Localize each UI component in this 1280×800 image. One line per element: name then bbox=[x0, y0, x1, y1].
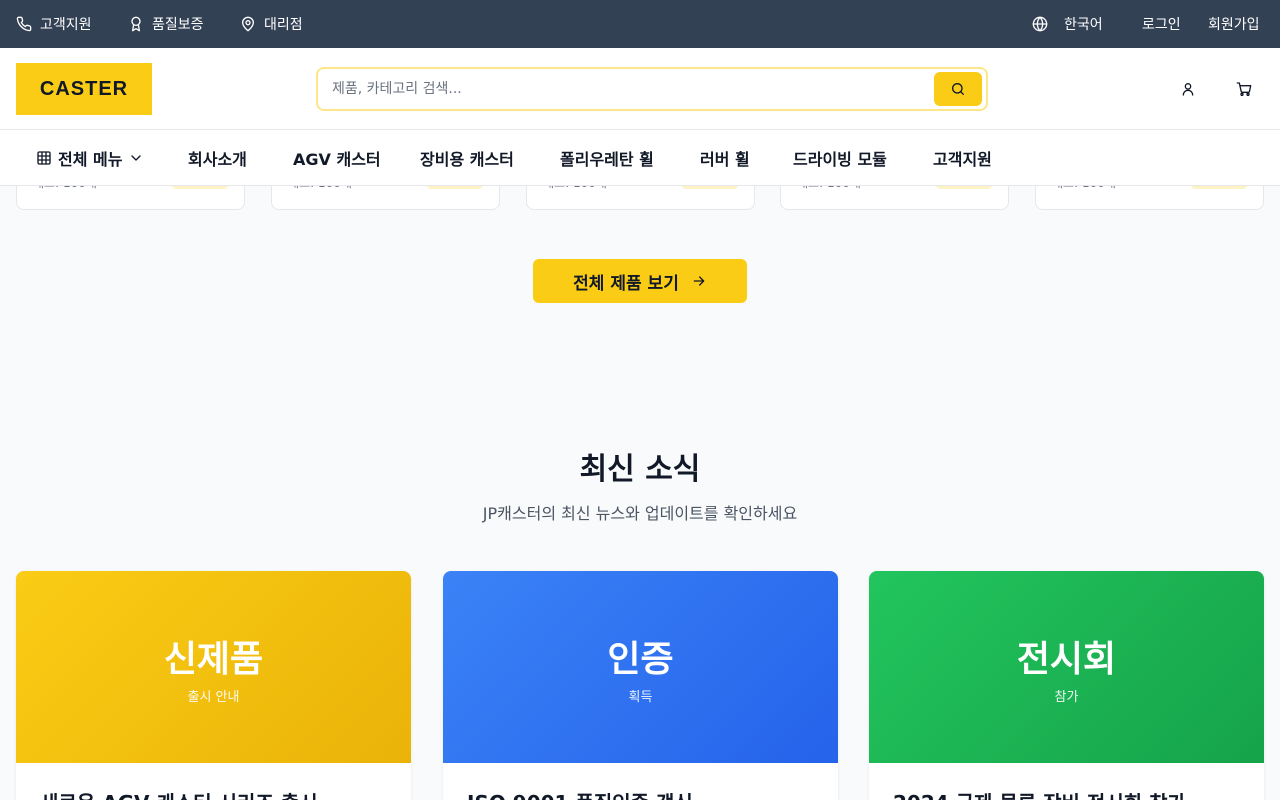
news-card-title: ISO 9001 품질인증 갱신 bbox=[467, 787, 817, 800]
main-nav: 전체 메뉴 회사소개 AGV 캐스터 장비용 캐스터 폴리우레탄 휠 러버 휠 … bbox=[0, 130, 1280, 186]
dealers-label: 대리점 bbox=[264, 17, 303, 33]
search-bar bbox=[316, 67, 988, 111]
search-button[interactable] bbox=[934, 72, 982, 106]
news-card-title: 2024 국제 물류 장비 전시회 참가 bbox=[893, 787, 1243, 800]
map-pin-icon bbox=[242, 16, 254, 32]
nav-item-rubber-wheel[interactable]: 러버 휠 bbox=[700, 130, 750, 186]
search-input[interactable] bbox=[332, 77, 922, 101]
news-card-title: 새로운 AGV 캐스터 시리즈 출시 bbox=[40, 787, 390, 800]
news-card-hero-title: 전시회 bbox=[1016, 638, 1117, 680]
quality-link[interactable]: 품질보증 bbox=[128, 0, 204, 48]
grid-icon bbox=[37, 151, 51, 165]
cart-button[interactable] bbox=[1232, 77, 1256, 101]
all-menu-label: 전체 메뉴 bbox=[58, 150, 123, 169]
top-utility-bar: 고객지원 품질보증 대리점 한국어 로그인 회원가입 bbox=[0, 0, 1280, 48]
news-card[interactable]: 인증 획득 ISO 9001 품질인증 갱신 bbox=[443, 571, 838, 800]
news-card-hero: 인증 획득 bbox=[443, 571, 838, 763]
chevron-down-icon bbox=[131, 155, 142, 161]
site-header: CASTER bbox=[0, 48, 1280, 130]
arrow-right-icon bbox=[693, 276, 705, 286]
news-card-hero-title: 신제품 bbox=[163, 638, 264, 680]
news-card-hero: 전시회 참가 bbox=[869, 571, 1264, 763]
news-section-subtitle: JP캐스터의 최신 뉴스와 업데이트를 확인하세요 bbox=[482, 504, 798, 523]
dealers-link[interactable]: 대리점 bbox=[240, 0, 303, 48]
globe-icon bbox=[1032, 16, 1048, 32]
user-icon bbox=[1182, 83, 1194, 96]
news-section-title: 최신 소식 bbox=[579, 452, 701, 487]
news-card-hero-subtitle: 출시 안내 bbox=[187, 689, 240, 705]
support-label: 고객지원 bbox=[40, 17, 92, 33]
phone-icon bbox=[16, 16, 32, 32]
view-all-products-button[interactable]: 전체 제품 보기 bbox=[533, 259, 747, 303]
nav-item-equipment-caster[interactable]: 장비용 캐스터 bbox=[420, 130, 514, 186]
language-selector[interactable]: 한국어 bbox=[1032, 0, 1103, 48]
news-card-hero-title: 인증 bbox=[607, 638, 674, 680]
support-link[interactable]: 고객지원 bbox=[16, 0, 92, 48]
news-card-hero-subtitle: 참가 bbox=[1054, 689, 1079, 705]
news-card-hero-subtitle: 획득 bbox=[628, 689, 653, 705]
nav-item-agv-caster[interactable]: AGV 캐스터 bbox=[293, 130, 381, 186]
news-card[interactable]: 신제품 출시 안내 새로운 AGV 캐스터 시리즈 출시 bbox=[16, 571, 411, 800]
news-card[interactable]: 전시회 참가 2024 국제 물류 장비 전시회 참가 bbox=[869, 571, 1264, 800]
login-link[interactable]: 로그인 bbox=[1142, 0, 1181, 48]
account-button[interactable] bbox=[1176, 77, 1200, 101]
search-icon bbox=[952, 83, 964, 95]
cart-icon bbox=[1236, 82, 1252, 96]
all-menu-button[interactable]: 전체 메뉴 bbox=[36, 130, 144, 186]
view-all-label: 전체 제품 보기 bbox=[573, 273, 679, 294]
news-card-hero: 신제품 출시 안내 bbox=[16, 571, 411, 763]
quality-label: 품질보증 bbox=[152, 17, 204, 33]
signup-link[interactable]: 회원가입 bbox=[1208, 0, 1260, 48]
nav-item-about[interactable]: 회사소개 bbox=[188, 130, 247, 186]
language-label: 한국어 bbox=[1064, 17, 1103, 33]
award-icon bbox=[131, 16, 141, 32]
logo[interactable]: CASTER bbox=[16, 63, 152, 115]
nav-item-support[interactable]: 고객지원 bbox=[933, 130, 992, 186]
nav-item-driving-module[interactable]: 드라이빙 모듈 bbox=[793, 130, 887, 186]
nav-item-polyurethane-wheel[interactable]: 폴리우레탄 휠 bbox=[560, 130, 654, 186]
